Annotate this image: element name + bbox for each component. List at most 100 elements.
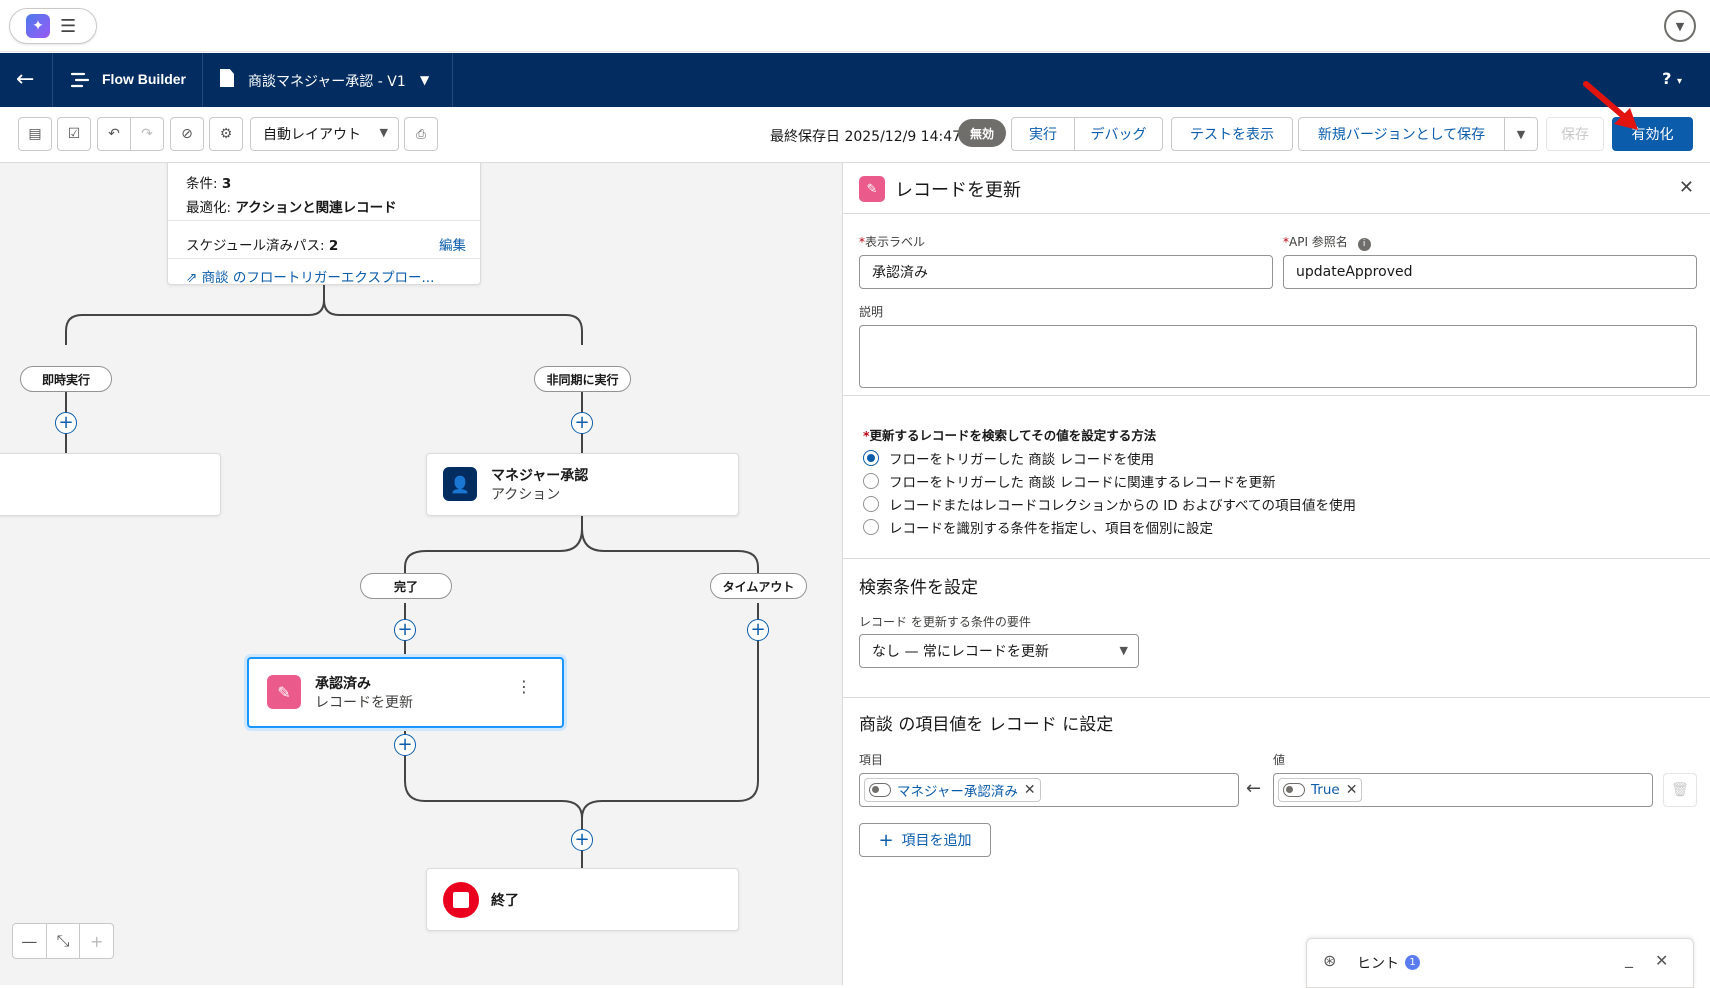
close-icon[interactable]: ✕ <box>1679 177 1694 198</box>
field-chip[interactable]: マネジャー承認済み ✕ <box>864 778 1041 802</box>
add-field-label: 項目を追加 <box>901 833 972 849</box>
node-subtitle: レコードを更新 <box>315 695 413 711</box>
divider <box>168 258 480 259</box>
print-button[interactable]: ⎙ <box>404 117 438 151</box>
node-subtitle: アクション <box>491 487 561 503</box>
back-arrow-icon[interactable]: ← <box>16 67 34 92</box>
trash-icon: 🗑 <box>1671 782 1689 798</box>
path-label-async[interactable]: 非同期に実行 <box>534 366 631 392</box>
field-chip-label: マネジャー承認済み <box>897 784 1018 800</box>
minimize-icon[interactable]: _ <box>1625 949 1633 968</box>
flow-title[interactable]: 商談マネジャー承認 - V1 <box>248 71 406 91</box>
info-icon[interactable]: i <box>1357 238 1371 251</box>
redo-button[interactable]: ↷ <box>130 117 164 151</box>
remove-icon[interactable]: ✕ <box>1024 782 1036 798</box>
method-radio-0[interactable] <box>863 450 879 466</box>
filter-requirement-select[interactable]: なし — 常にレコードを更新 ▼ <box>859 634 1139 668</box>
agent-icon: ✦ <box>26 14 50 38</box>
add-element-button[interactable]: + <box>571 412 593 434</box>
divider <box>843 213 1710 214</box>
immediate-path-node[interactable] <box>0 453 221 516</box>
add-element-button[interactable]: + <box>747 619 769 641</box>
set-values-heading: 商談 の項目値を レコード に設定 <box>859 715 1114 735</box>
top-strip: ✦ ☰ ▼ <box>0 0 1710 52</box>
label-field-label: *表示ラベル <box>859 235 926 249</box>
app-launcher[interactable]: ✦ ☰ <box>9 8 97 44</box>
field-column-label: 項目 <box>859 753 884 767</box>
start-element-card[interactable]: 条件: 3 最適化: アクションと関連レコード スケジュール済みパス: 2 編集… <box>167 163 481 286</box>
value-chip-label: True <box>1311 782 1340 798</box>
add-element-button[interactable]: + <box>55 412 77 434</box>
node-title: マネジャー承認 <box>491 468 589 484</box>
hint-dock[interactable]: ⊛ ヒント 1 _ ✕ <box>1306 938 1694 988</box>
flow-canvas[interactable]: 条件: 3 最適化: アクションと関連レコード スケジュール済みパス: 2 編集… <box>0 163 842 985</box>
field-lookup[interactable]: マネジャー承認済み ✕ <box>859 773 1239 807</box>
chevron-down-icon: ▼ <box>1516 127 1526 141</box>
save-menu-button[interactable]: ▼ <box>1504 117 1538 151</box>
view-tests-button[interactable]: テストを表示 <box>1171 117 1293 151</box>
method-option-0[interactable]: フローをトリガーした 商談 レコードを使用 <box>889 448 1154 468</box>
remove-icon[interactable]: ✕ <box>1346 782 1358 798</box>
action-node[interactable]: 👤 マネジャー承認 アクション <box>426 453 739 516</box>
value-lookup[interactable]: True ✕ <box>1273 773 1653 807</box>
update-records-node[interactable]: ✎ 承認済み レコードを更新 ⋮ <box>247 657 564 728</box>
label-input[interactable]: 承認済み <box>859 255 1273 289</box>
method-option-1[interactable]: フローをトリガーした 商談 レコードに関連するレコードを更新 <box>889 471 1276 491</box>
api-name-input[interactable]: updateApproved <box>1283 255 1697 289</box>
method-radio-3[interactable] <box>863 519 879 535</box>
zoom-out-button[interactable]: — <box>13 924 47 958</box>
filter-requirement-value: なし — 常にレコードを更新 <box>872 644 1049 660</box>
method-radio-2[interactable] <box>863 496 879 512</box>
edit-link[interactable]: 編集 <box>439 234 466 254</box>
description-textarea[interactable] <box>859 325 1697 388</box>
path-label-timeout[interactable]: タイムアウト <box>710 573 807 599</box>
undo-button[interactable]: ↶ <box>97 117 131 151</box>
document-icon <box>220 69 234 87</box>
update-record-icon: ✎ <box>267 675 301 709</box>
more-actions-icon[interactable]: ⋮ <box>516 679 532 695</box>
path-label-complete[interactable]: 完了 <box>360 573 452 599</box>
fit-view-button[interactable]: ⤡ <box>47 924 81 958</box>
settings-button[interactable]: ⚙ <box>209 117 243 151</box>
update-record-icon: ✎ <box>859 176 885 202</box>
chevron-down-icon: ▼ <box>1119 644 1128 657</box>
add-field-button[interactable]: + 項目を追加 <box>859 823 991 857</box>
errors-button[interactable]: ⊘ <box>170 117 204 151</box>
method-option-3[interactable]: レコードを識別する条件を指定し、項目を個別に設定 <box>889 517 1213 537</box>
panel-icon: ▤ <box>28 126 42 142</box>
method-radio-1[interactable] <box>863 473 879 489</box>
annotation-arrow-icon <box>1583 81 1638 130</box>
scheduled-paths-row: スケジュール済みパス: 2 <box>186 238 339 254</box>
node-title: 承認済み <box>315 676 371 692</box>
chevron-down-icon[interactable]: ▼ <box>420 73 429 87</box>
arrow-left-icon: ← <box>1246 778 1262 799</box>
add-element-button[interactable]: + <box>394 619 416 641</box>
debug-button[interactable]: デバッグ <box>1074 117 1163 151</box>
last-saved-text: 最終保存日 2025/12/9 14:47 <box>770 129 962 145</box>
zoom-in-button[interactable]: + <box>80 924 113 958</box>
run-button[interactable]: 実行 <box>1011 117 1075 151</box>
save-as-new-version-button[interactable]: 新規バージョンとして保存 <box>1298 117 1505 151</box>
method-option-2[interactable]: レコードまたはレコードコレクションからの ID およびすべての項目値を使用 <box>889 494 1356 514</box>
chevron-down-icon: ▼ <box>379 126 388 139</box>
add-element-button[interactable]: + <box>571 829 593 851</box>
app-name: Flow Builder <box>102 71 186 87</box>
redo-icon: ↷ <box>141 126 153 142</box>
toggle-panel-button[interactable]: ▤ <box>18 117 52 151</box>
delete-row-button[interactable]: 🗑 <box>1663 773 1697 807</box>
clipboard-check-icon: ☑ <box>67 126 81 142</box>
close-icon[interactable]: ✕ <box>1655 951 1668 970</box>
value-chip[interactable]: True ✕ <box>1278 778 1363 802</box>
node-title: 終了 <box>491 893 519 909</box>
panel-title: レコードを更新 <box>895 180 1021 201</box>
help-button[interactable]: ? ▾ <box>1662 69 1682 88</box>
trigger-explorer-link[interactable]: ⇗ 商談 のフロートリガーエクスプロー... <box>186 266 434 286</box>
end-node[interactable]: 終了 <box>426 868 739 931</box>
path-label-immediate[interactable]: 即時実行 <box>20 366 112 392</box>
check-button[interactable]: ☑ <box>57 117 91 151</box>
divider <box>452 53 453 107</box>
layout-select[interactable]: 自動レイアウト ▼ <box>250 117 399 151</box>
add-element-button[interactable]: + <box>394 734 416 756</box>
chevron-down-icon[interactable]: ▼ <box>1664 10 1696 42</box>
menu-icon: ☰ <box>60 15 77 37</box>
